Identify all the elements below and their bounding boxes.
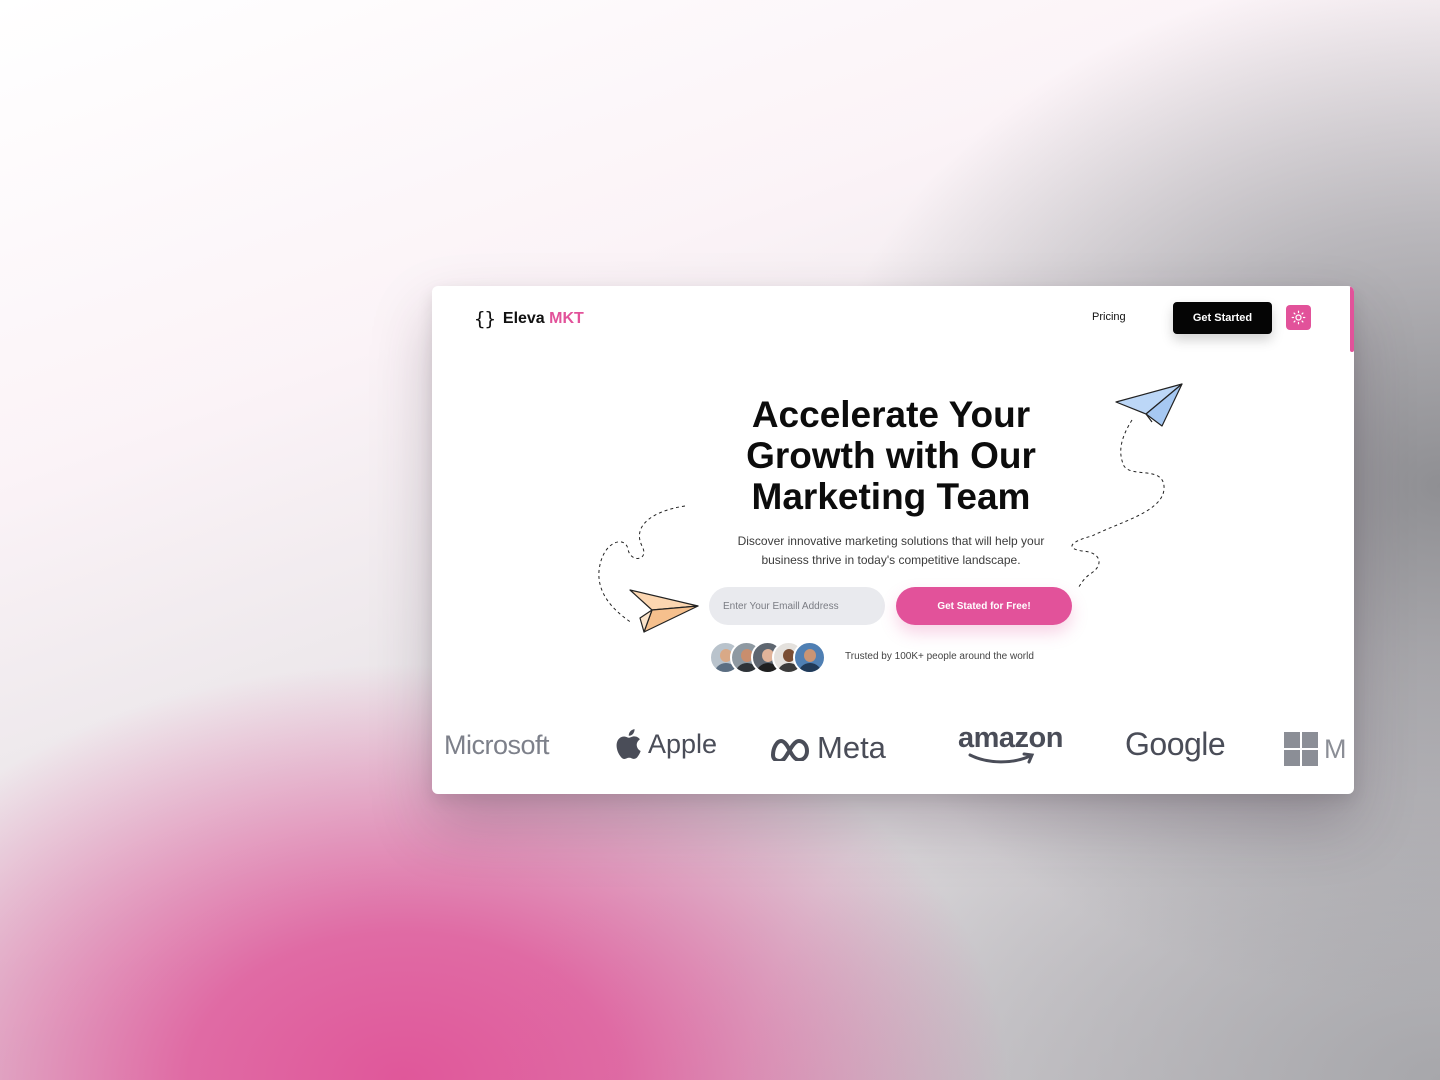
nav-link-pricing[interactable]: Pricing: [1092, 311, 1126, 323]
apple-logo: Apple: [614, 728, 717, 760]
brand-name-main: Eleva: [502, 310, 545, 327]
hero-title-line: Marketing Team: [751, 476, 1031, 517]
google-logo-text: Google: [1125, 726, 1226, 762]
trusted-text: Trusted by 100K+ people around the world: [845, 651, 1034, 662]
meta-logo: Meta: [769, 730, 886, 766]
microsoft-logo-text: Microsoft: [444, 730, 550, 760]
apple-icon: [616, 729, 641, 759]
amazon-logo: amazon: [958, 722, 1074, 768]
avatar: [793, 641, 826, 674]
email-input[interactable]: [709, 587, 885, 625]
hero-title-line: Accelerate Your: [751, 394, 1031, 435]
get-started-free-button[interactable]: Get Stated for Free!: [896, 587, 1072, 625]
brand-logo-strip: Microsoft Apple Meta amazon Google M: [432, 722, 1354, 772]
theme-toggle-button[interactable]: [1286, 305, 1311, 330]
hero-subtitle-line: business thrive in today's competitive l…: [761, 553, 1021, 567]
paper-plane-blue-icon: [1115, 383, 1183, 427]
amazon-smile-icon: [968, 752, 1035, 764]
paper-plane-orange-icon: [629, 589, 699, 633]
hero-subtitle: Discover innovative marketing solutions …: [713, 532, 1069, 570]
hero-title: Accelerate Your Growth with Our Marketin…: [691, 394, 1091, 517]
get-started-button[interactable]: Get Started: [1173, 302, 1272, 334]
google-logo: Google: [1125, 726, 1226, 763]
sun-icon: [1291, 310, 1306, 325]
braces-icon: {}: [474, 308, 496, 330]
brand-logo[interactable]: {} Eleva MKT: [474, 308, 584, 330]
microsoft-logo: Microsoft: [444, 730, 550, 761]
brand-name: Eleva MKT: [503, 310, 584, 328]
brand-name-accent: MKT: [549, 310, 584, 327]
microsoft-partial-text: M: [1324, 733, 1347, 764]
hero-title-line: Growth with Our: [746, 435, 1036, 476]
browser-window: {} Eleva MKT Pricing Get Started Acceler…: [432, 286, 1354, 794]
scrollbar-thumb[interactable]: [1350, 286, 1354, 352]
microsoft-logo-repeat: M: [1284, 732, 1347, 766]
avatar-group: [709, 641, 826, 674]
meta-infinity-icon: [771, 739, 809, 761]
amazon-logo-text: amazon: [958, 722, 1063, 754]
apple-logo-text: Apple: [648, 728, 718, 759]
hero-subtitle-line: Discover innovative marketing solutions …: [737, 534, 1045, 548]
meta-logo-text: Meta: [817, 730, 886, 765]
windows-grid-icon: [1284, 732, 1318, 766]
amazon-wordmark: amazon: [958, 722, 1074, 768]
